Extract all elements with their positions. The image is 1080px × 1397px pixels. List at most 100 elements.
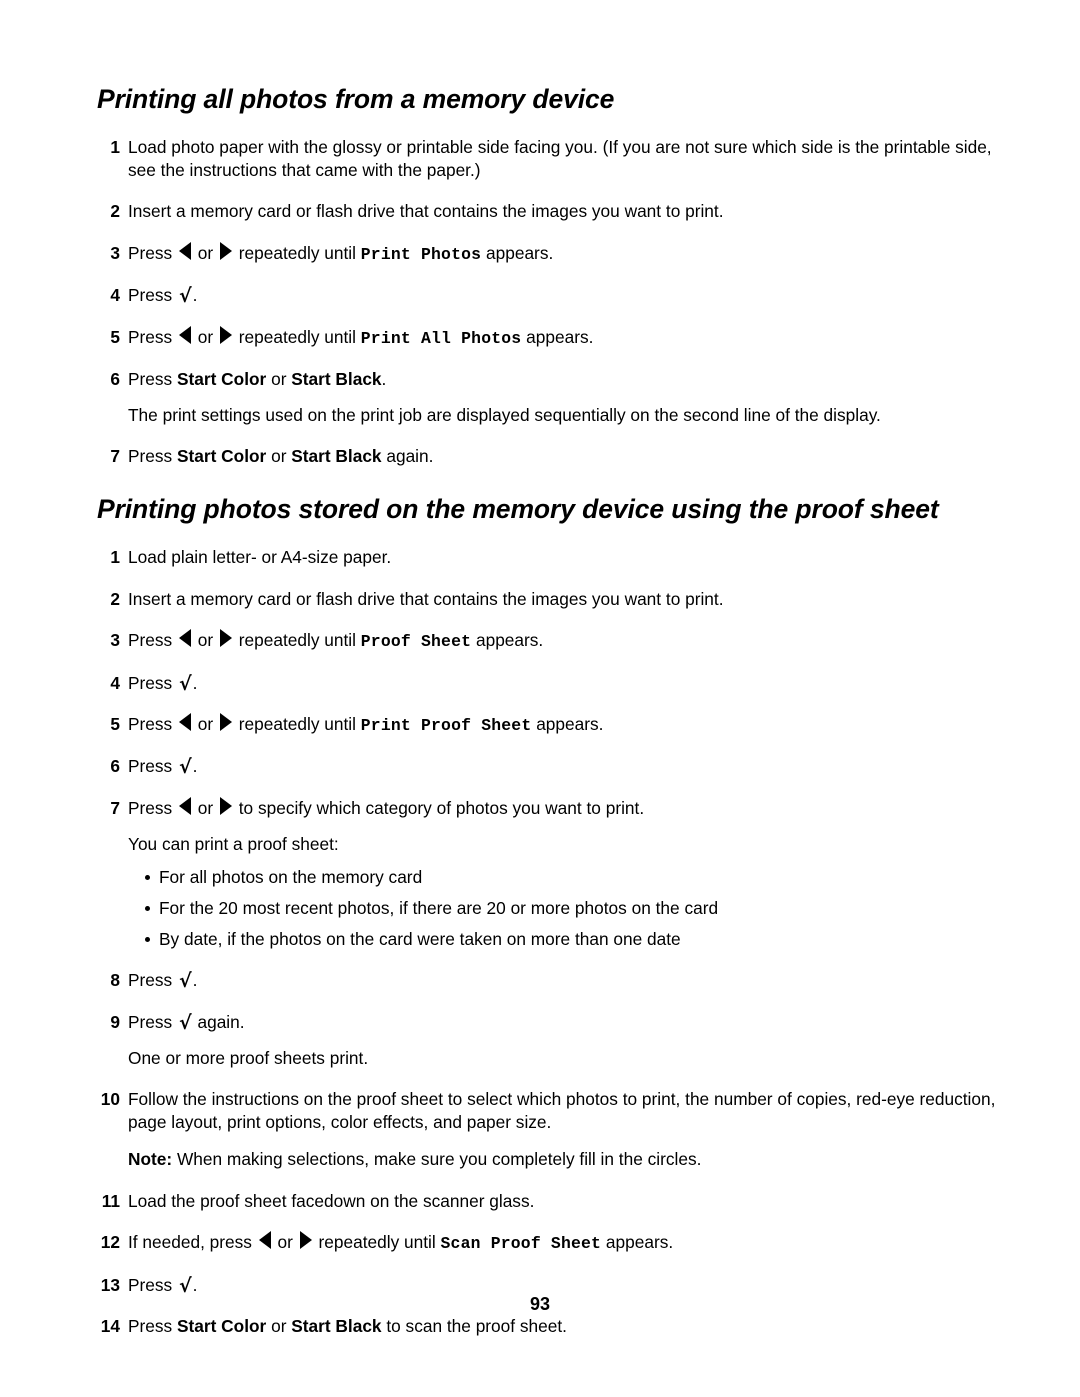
text-run: repeatedly until <box>313 1232 441 1253</box>
text-run: Insert a memory card or flash drive that… <box>128 201 724 222</box>
button-name: Start Color <box>176 1316 267 1337</box>
step-number: 9 <box>110 1011 120 1032</box>
text-run: . <box>192 970 198 991</box>
step-item: 7 Press or to specify which category of p… <box>97 796 997 951</box>
text-run: or <box>266 368 292 389</box>
step-item: 5 Press or repeatedly until Print All Pho… <box>97 325 997 350</box>
text-run: or <box>272 1232 298 1253</box>
text-run: Press <box>128 242 177 263</box>
button-name: Start Black <box>291 446 382 467</box>
step-number: 11 <box>101 1190 120 1211</box>
step-number: 7 <box>110 797 120 818</box>
step-item: 3 Press or repeatedly until Print Photos … <box>97 241 997 266</box>
bullet-item: By date, if the photos on the card were … <box>128 928 997 951</box>
step-sub-paragraph: You can print a proof sheet: <box>128 833 339 854</box>
step-item: 9 Press √ again. One or more proof sheets … <box>97 1011 997 1070</box>
step-text: Insert a memory card or flash drive that… <box>128 200 997 223</box>
arrow-right-icon <box>219 325 232 344</box>
page-number: 93 <box>529 1294 551 1314</box>
step-number: 2 <box>110 588 120 609</box>
text-run: repeatedly until <box>233 326 361 347</box>
step-number: 3 <box>110 242 120 263</box>
bullet-dot-icon <box>145 905 150 911</box>
bullet-dot-icon <box>145 874 150 880</box>
step-item: 11 Load the proof sheet facedown on the s… <box>97 1190 997 1213</box>
step-text: Press √ again. One or more proof sheets p… <box>128 1011 997 1070</box>
step-number: 8 <box>110 970 120 991</box>
document-page: Printing all photos from a memory device… <box>0 0 1080 1397</box>
display-text: Proof Sheet <box>360 632 472 652</box>
step-item: 1 Load plain letter- or A4-size paper. <box>97 546 997 569</box>
text-run: or <box>192 630 218 651</box>
text-run: appears. <box>521 326 594 347</box>
step-number: 14 <box>100 1316 120 1337</box>
button-name: Start Black <box>291 1316 382 1337</box>
text-run: Press <box>128 326 177 347</box>
section: Printing photos stored on the memory dev… <box>97 494 997 1338</box>
text-run: Press <box>128 630 177 651</box>
text-run: Load photo paper with the glossy or prin… <box>128 136 992 180</box>
arrow-left-icon <box>178 241 191 260</box>
bullet-text: For all photos on the memory card <box>159 866 423 887</box>
bullet-text: By date, if the photos on the card were … <box>159 928 681 949</box>
step-text: Press √. <box>128 970 198 993</box>
step-item: 8 Press √. <box>97 969 997 992</box>
text-run: Press <box>128 797 177 818</box>
step-text: Press Start Color or Start Black. The pri… <box>128 368 997 427</box>
note-paragraph: Note: When making selections, make sure … <box>128 1148 997 1171</box>
step-number: 7 <box>110 446 120 467</box>
text-run: or <box>192 242 218 263</box>
step-number: 12 <box>100 1232 120 1253</box>
step-item: 2 Insert a memory card or flash drive tha… <box>97 588 997 611</box>
text-run: Press <box>128 446 177 467</box>
text-run: to specify which category of photos you … <box>233 797 645 818</box>
text-run: repeatedly until <box>233 242 361 263</box>
step-number: 6 <box>110 368 120 389</box>
bullet-item: For all photos on the memory card <box>128 866 997 889</box>
arrow-right-icon <box>219 629 232 648</box>
text-run: appears. <box>471 630 544 651</box>
step-number: 1 <box>110 136 120 157</box>
text-run: or <box>192 714 218 735</box>
text-run: Press <box>128 368 177 389</box>
arrow-left-icon <box>178 796 191 815</box>
step-text: Load the proof sheet facedown on the sca… <box>128 1190 997 1213</box>
display-text: Print Proof Sheet <box>360 716 532 736</box>
step-sub-paragraph: The print settings used on the print job… <box>128 404 881 425</box>
step-text: Load photo paper with the glossy or prin… <box>128 136 997 182</box>
step-number: 2 <box>110 201 120 222</box>
text-run: Load the proof sheet facedown on the sca… <box>128 1190 535 1211</box>
button-name: Start Color <box>176 446 267 467</box>
step-number: 6 <box>110 756 120 777</box>
text-run: or <box>192 797 218 818</box>
bullet-text: For the 20 most recent photos, if there … <box>159 897 719 918</box>
text-run: Press <box>128 1316 177 1337</box>
text-run: If needed, press <box>128 1232 257 1253</box>
text-run: . <box>192 285 198 306</box>
step-text: Press or repeatedly until Print All Phot… <box>128 325 997 350</box>
step-number: 10 <box>100 1089 120 1110</box>
step-text: Press or repeatedly until Print Photos a… <box>128 241 997 266</box>
step-item: 14 Press Start Color or Start Black to sc… <box>97 1315 997 1338</box>
step-text: Follow the instructions on the proof she… <box>128 1088 997 1171</box>
step-item: 10 Follow the instructions on the proof s… <box>97 1088 997 1171</box>
text-run: Press <box>128 970 177 991</box>
step-text: Press √. <box>128 672 198 695</box>
text-run: Follow the instructions on the proof she… <box>128 1089 996 1133</box>
step-number: 3 <box>110 630 120 651</box>
step-text: Insert a memory card or flash drive that… <box>128 588 997 611</box>
text-run: Press <box>128 1011 177 1032</box>
step-number: 1 <box>110 547 120 568</box>
text-run: Press <box>128 285 177 306</box>
display-text: Print Photos <box>360 244 482 264</box>
arrow-right-icon <box>219 713 232 732</box>
arrow-left-icon <box>258 1231 271 1250</box>
arrow-left-icon <box>178 629 191 648</box>
text-run: or <box>266 446 292 467</box>
text-run: appears. <box>601 1232 674 1253</box>
step-text: Press √. <box>128 756 198 779</box>
text-run: Press <box>128 756 177 777</box>
text-run: Load plain letter- or A4-size paper. <box>128 547 392 568</box>
bullet-item: For the 20 most recent photos, if there … <box>128 897 997 920</box>
step-item: 4 Press √. <box>97 672 997 695</box>
